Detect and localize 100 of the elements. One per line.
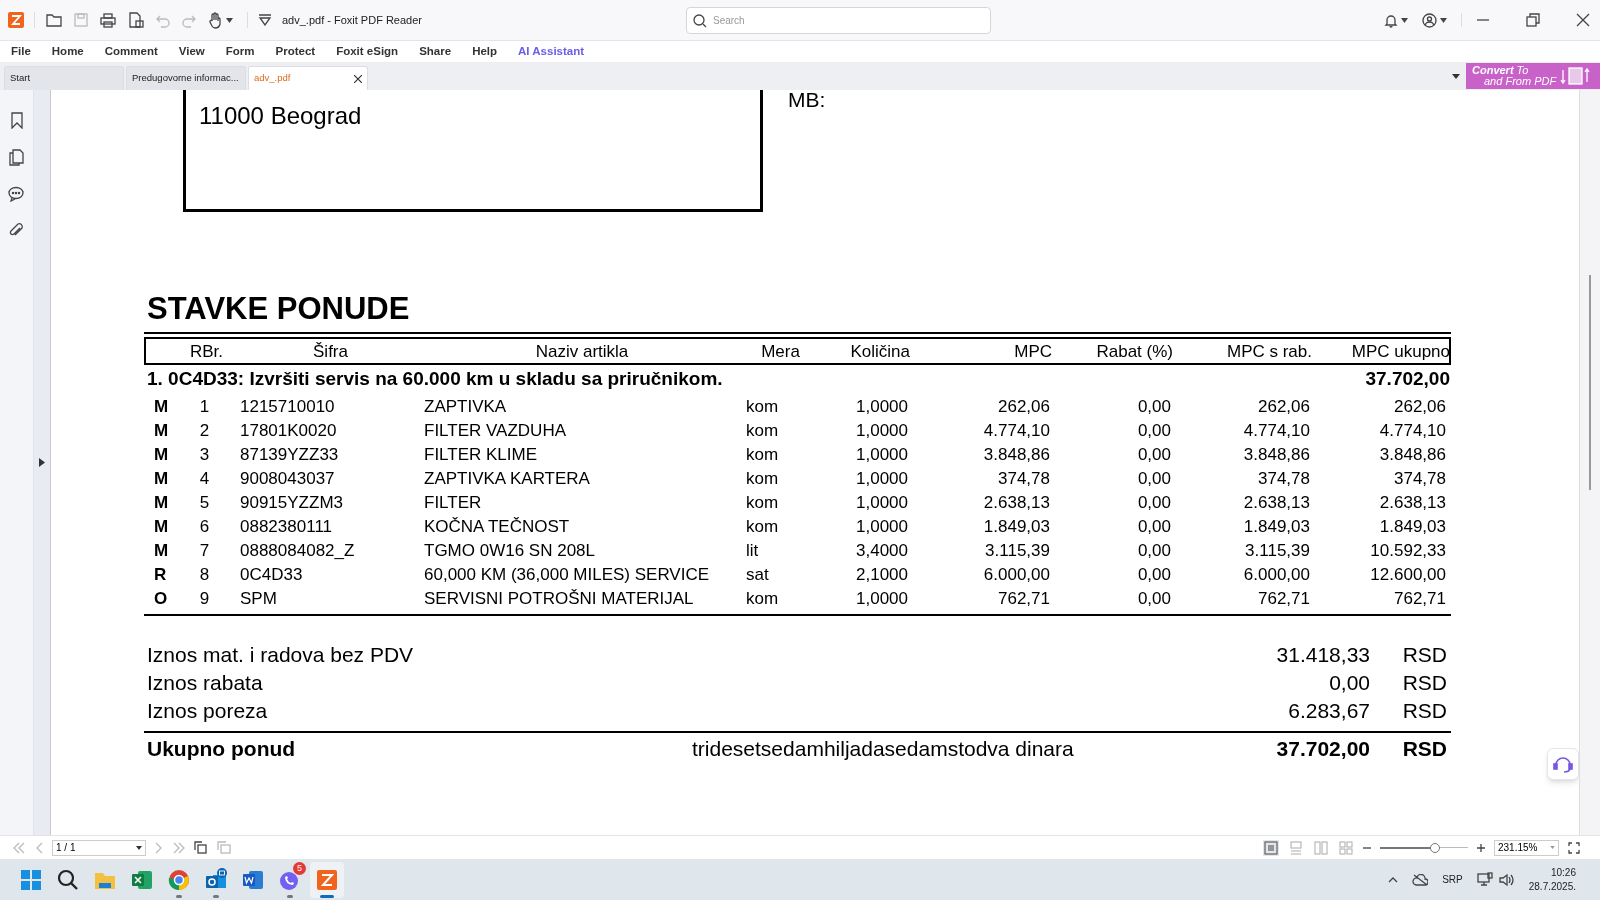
search-icon [693, 13, 707, 28]
speaker-icon[interactable] [1498, 872, 1515, 887]
table-cell: 374,78 [998, 469, 1050, 488]
column-header: Količina [850, 342, 910, 361]
table-cell: 3.848,86 [1243, 445, 1310, 464]
menu-item[interactable]: Comment [104, 42, 158, 61]
table-cell: 7 [199, 541, 210, 560]
start-app-icon [19, 867, 43, 892]
table-cell: kom [746, 445, 779, 464]
table-cell: 2.638,13 [1379, 493, 1446, 512]
table-cell: 374,78 [1394, 469, 1446, 488]
expand-arrow-icon[interactable] [39, 458, 45, 467]
table-cell: 0,00 [1137, 421, 1171, 440]
table-cell: M [154, 421, 169, 440]
menu-item[interactable]: Help [472, 42, 498, 61]
zoom-in-icon[interactable] [1477, 843, 1485, 852]
caret-icon[interactable] [1440, 17, 1447, 23]
view-mode-button[interactable] [1263, 839, 1279, 856]
zoom-slider-thumb[interactable] [1430, 842, 1441, 853]
hand-icon[interactable] [207, 11, 223, 29]
table-cell: 262,06 [1258, 397, 1310, 416]
clock[interactable]: 10:26 28.7.2025. [1528, 865, 1576, 894]
table-cell: 4.774,10 [1243, 421, 1310, 440]
pages-icon[interactable] [9, 149, 24, 166]
zoom-field[interactable]: 231.15% [1494, 839, 1559, 856]
table-cell: M [154, 517, 169, 536]
chevron-up-icon[interactable] [1388, 876, 1399, 883]
menu-item[interactable]: Protect [275, 42, 316, 61]
pdf-convert-icon [1560, 66, 1591, 86]
table-cell: 0,00 [1137, 397, 1171, 416]
table-cell: 3.848,86 [983, 445, 1050, 464]
fullscreen-icon[interactable] [1568, 841, 1580, 854]
table-cell: 90915YZZM3 [240, 493, 343, 512]
search-app-icon [56, 867, 80, 892]
table-cell: M [154, 445, 169, 464]
table-cell: FILTER VAZDUHA [424, 421, 566, 440]
bell-icon[interactable] [1384, 12, 1398, 28]
search-input[interactable]: Search [713, 13, 963, 28]
column-header: Šifra [313, 342, 348, 361]
menu-item[interactable]: Foxit eSign [336, 42, 399, 61]
bookmark-icon[interactable] [9, 112, 24, 129]
column-header: Rabat (%) [1096, 342, 1173, 361]
taskbar-app-button[interactable]: 5 [273, 861, 307, 898]
table-cell: 0,00 [1137, 517, 1171, 536]
ai-assistant-button[interactable] [1547, 748, 1579, 780]
caret-icon[interactable] [226, 17, 233, 23]
table-cell: 60,000 KM (36,000 MILES) SERVICE [424, 565, 710, 584]
table-cell: O [154, 589, 168, 608]
rotate-page-icon[interactable] [194, 840, 209, 855]
total-value: 37.702,00 [1275, 736, 1370, 763]
table-cell: 0,00 [1137, 589, 1171, 608]
table-cell: 0,00 [1137, 493, 1171, 512]
summary-value: 31.418,33 [1275, 642, 1370, 669]
folder-icon[interactable] [45, 12, 63, 28]
document-tab[interactable]: Predugovorne informac... [126, 66, 246, 90]
caret-icon[interactable] [1452, 74, 1460, 79]
table-cell: 4.774,10 [1379, 421, 1446, 440]
close-icon[interactable] [354, 74, 362, 83]
section-title: STAVKE PONUDE [146, 292, 411, 326]
currency-label: RSD [1401, 736, 1447, 763]
comments-icon[interactable] [8, 186, 25, 202]
print-icon[interactable] [99, 12, 117, 28]
document-icon[interactable] [127, 12, 145, 28]
menu-item[interactable]: AI Assistant [518, 42, 585, 61]
restore-icon[interactable] [1526, 13, 1540, 27]
menu-item[interactable]: Form [225, 42, 255, 61]
table-cell: 3,4000 [856, 541, 908, 560]
table-cell: 10.592,33 [1370, 541, 1446, 560]
caret-icon[interactable] [1401, 17, 1408, 23]
caret-icon[interactable] [136, 845, 142, 850]
document-tab[interactable]: adv_.pdf [248, 66, 368, 90]
table-cell: 9 [199, 589, 210, 608]
table-cell: M [154, 541, 169, 560]
close-icon[interactable] [1576, 13, 1590, 27]
window-title: adv_.pdf - Foxit PDF Reader [282, 12, 422, 28]
scrollbar-thumb[interactable] [1589, 275, 1591, 490]
table-cell: ZAPTIVKA [424, 397, 507, 416]
language-indicator[interactable]: SRP [1442, 872, 1463, 887]
user-icon[interactable] [1422, 12, 1437, 28]
menu-item[interactable]: File [11, 42, 31, 61]
zoom-slider-track[interactable] [1380, 842, 1468, 853]
table-cell: 0888084082_Z [240, 541, 355, 560]
search-field[interactable]: Search [686, 7, 991, 34]
menu-item[interactable]: Home [51, 42, 84, 61]
app-logo-icon[interactable] [8, 12, 24, 28]
menu-item[interactable]: Share [419, 42, 452, 61]
page-number-field[interactable]: 1 / 1 [52, 839, 146, 856]
cloud-off-icon[interactable] [1412, 873, 1429, 886]
network-icon[interactable] [1476, 872, 1493, 887]
table-cell: 6.000,00 [983, 565, 1050, 584]
table-cell: 1215710010 [240, 397, 335, 416]
table-cell: 2,1000 [856, 565, 908, 584]
table-cell: kom [746, 421, 779, 440]
table-cell: R [154, 565, 167, 584]
menu-item[interactable]: View [178, 42, 205, 61]
customize-toolbar-icon[interactable] [258, 14, 272, 26]
document-tab[interactable]: Start [4, 66, 124, 90]
currency-label: RSD [1401, 670, 1447, 697]
table-cell: 2.638,13 [983, 493, 1050, 512]
table-cell: M [154, 397, 169, 416]
